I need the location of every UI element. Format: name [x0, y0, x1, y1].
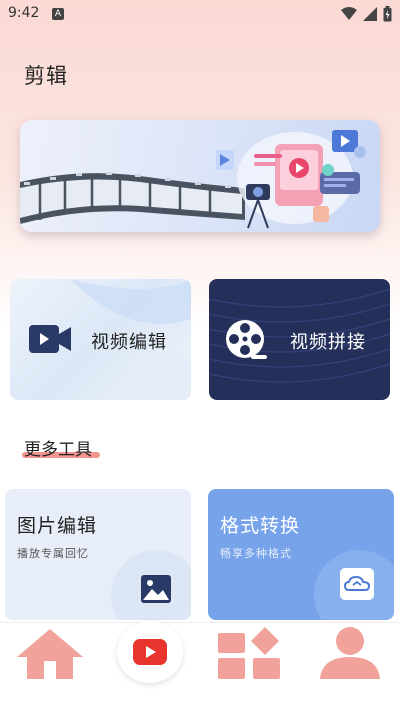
notification-icon: A	[52, 8, 64, 20]
page-title: 剪辑	[24, 64, 68, 88]
video-edit-label: 视频编辑	[91, 332, 167, 353]
grid-icon[interactable]	[216, 627, 282, 679]
image-edit-subtitle: 播放专属回忆	[17, 547, 89, 560]
video-join-label: 视频拼接	[290, 332, 366, 353]
battery-icon	[383, 6, 392, 22]
play-icon	[133, 639, 167, 665]
wifi-icon	[341, 7, 357, 20]
home-icon[interactable]	[15, 627, 85, 679]
banner-illustration	[20, 130, 366, 229]
status-bar: 9:42 A	[0, 0, 400, 28]
format-convert-subtitle: 畅享多种格式	[220, 547, 292, 560]
cloud-sync-icon	[340, 568, 374, 600]
image-edit-card[interactable]: 图片编辑 播放专属回忆	[5, 489, 191, 620]
format-convert-card[interactable]: 格式转换 畅享多种格式	[208, 489, 394, 620]
banner[interactable]	[20, 120, 380, 232]
film-reel-icon	[226, 320, 267, 359]
status-time: 9:42	[8, 5, 40, 21]
status-icons	[341, 5, 392, 23]
signal-icon	[363, 7, 377, 21]
play-nav-button[interactable]	[117, 621, 183, 683]
video-camera-icon	[29, 325, 71, 353]
bottom-nav	[0, 621, 400, 711]
section-title: 更多工具	[24, 440, 92, 460]
profile-icon[interactable]	[318, 627, 382, 679]
format-convert-title: 格式转换	[220, 515, 301, 537]
image-icon	[141, 575, 171, 603]
image-edit-title: 图片编辑	[17, 515, 98, 537]
